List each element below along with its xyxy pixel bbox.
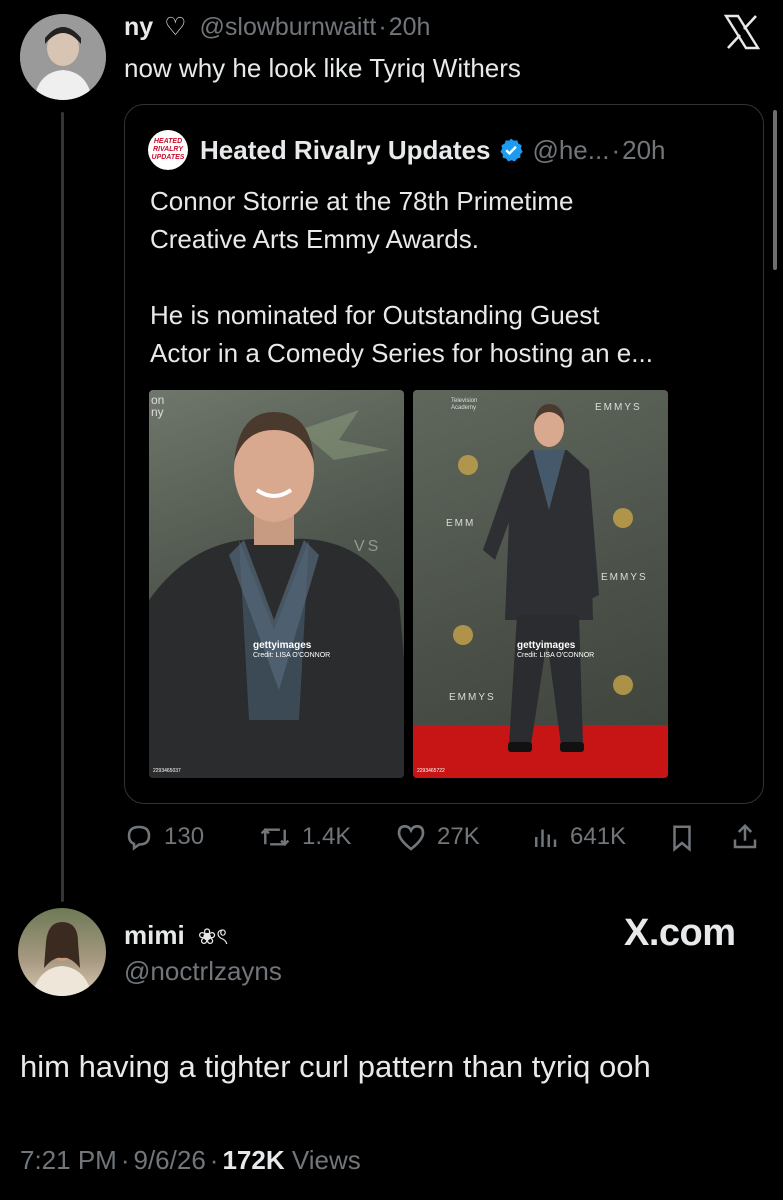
reply-timestamp[interactable]: 20h <box>389 13 431 41</box>
separator-dot: · <box>120 1145 130 1175</box>
photo-backdrop-text: VS <box>354 538 382 555</box>
like-count: 27K <box>437 823 480 850</box>
reply-action[interactable]: 130 <box>124 822 204 852</box>
getty-watermark: gettyimages <box>517 640 576 651</box>
quoted-author-name[interactable]: Heated Rivalry Updates <box>200 134 490 166</box>
share-action[interactable] <box>730 822 760 852</box>
thread-connector-line <box>61 112 64 902</box>
views-count-main: 172K <box>222 1145 285 1175</box>
getty-watermark: gettyimages <box>253 640 312 651</box>
getty-credit: Credit: LISA O'CONNOR <box>517 652 595 659</box>
backdrop-emmys-text-2: EMMYS <box>601 572 648 583</box>
separator-dot: · <box>378 13 387 41</box>
separator-dot: · <box>611 135 621 165</box>
reply-bubble-icon <box>127 825 151 851</box>
heart-emoji: ♡ <box>164 13 187 41</box>
quoted-author-handle[interactable]: @he... <box>532 134 609 166</box>
reply-author-handle[interactable]: @slowburnwaitt <box>200 13 377 41</box>
like-action[interactable]: 27K <box>395 822 480 852</box>
quoted-photo-2[interactable]: Television Academy EMMYS EMM EMMYS EMMYS… <box>413 390 668 778</box>
quoted-avatar-logo-text: HEATED RIVALRY UPDATES <box>151 138 185 161</box>
reply-author-name[interactable]: ny <box>124 13 153 41</box>
full-body-illustration <box>413 404 668 778</box>
main-tweet-text: him having a tighter curl pattern than t… <box>20 1049 651 1084</box>
reply-tweet-header: ny ♡ @slowburnwaitt·20h <box>124 12 430 42</box>
name-emoji: ❀ৎ <box>197 924 229 949</box>
main-author-name[interactable]: mimi <box>124 920 185 950</box>
backdrop-emmys-text: EMMYS <box>595 402 642 413</box>
backdrop-emmys-text-3: EMMYS <box>449 692 496 703</box>
tweet-meta: 7:21 PM · 9/6/26 · 172K Views <box>20 1144 361 1176</box>
quoted-text-line: Creative Arts Emmy Awards. <box>150 224 479 254</box>
separator-dot: · <box>209 1145 219 1175</box>
x-com-watermark: X.com <box>624 912 736 954</box>
backdrop-academy-text: Television Academy <box>451 398 478 411</box>
quoted-timestamp[interactable]: 20h <box>622 134 665 166</box>
backdrop-emm-text: EMM <box>446 518 476 529</box>
verified-badge-icon <box>500 138 524 162</box>
repost-count: 1.4K <box>302 823 352 850</box>
getty-credit: Credit: LISA O'CONNOR <box>253 652 331 659</box>
views-chart-icon <box>535 829 557 847</box>
portrait-illustration <box>149 410 404 778</box>
repost-action[interactable]: 1.4K <box>258 822 351 852</box>
reply-author-avatar[interactable] <box>20 14 106 100</box>
bookmark-action[interactable] <box>668 823 696 853</box>
main-author-handle[interactable]: @noctrlzayns <box>124 956 282 986</box>
quoted-text-line: Connor Storrie at the 78th Primetime <box>150 186 574 216</box>
quoted-tweet-header: Heated Rivalry Updates @he... · 20h <box>200 134 666 166</box>
tweet-time[interactable]: 7:21 PM <box>20 1145 117 1175</box>
bookmark-icon <box>673 825 691 852</box>
views-label: Views <box>291 1145 361 1175</box>
scrollbar-thumb[interactable] <box>773 110 777 270</box>
quoted-tweet-text: Connor Storrie at the 78th Primetime Cre… <box>150 182 653 372</box>
heart-icon <box>397 824 425 851</box>
repost-icon <box>260 827 290 847</box>
photo-id: 2293465037 <box>153 768 181 774</box>
photo-id: 2293465722 <box>417 768 445 774</box>
views-count: 641K <box>570 823 627 850</box>
reply-tweet-text: now why he look like Tyriq Withers <box>124 53 521 83</box>
tweet-date[interactable]: 9/6/26 <box>134 1145 206 1175</box>
quoted-text-line: He is nominated for Outstanding Guest <box>150 300 600 330</box>
share-icon <box>733 823 757 849</box>
photo-corner-text: on ny <box>151 393 165 419</box>
quoted-author-avatar[interactable]: HEATED RIVALRY UPDATES <box>148 130 188 170</box>
reply-count: 130 <box>164 823 205 850</box>
views-action[interactable]: 641K <box>530 822 626 852</box>
hockey-player-photo <box>20 14 106 100</box>
main-author-avatar[interactable] <box>18 908 106 996</box>
quoted-photo-1[interactable]: on ny VS gettyimages Credit: LISA O'CONN… <box>149 390 404 778</box>
quoted-text-line: Actor in a Comedy Series for hosting an … <box>150 338 653 368</box>
close-icon[interactable] <box>722 14 762 50</box>
profile-photo <box>32 922 92 996</box>
main-author-name-row: mimi ❀ৎ <box>124 920 228 952</box>
